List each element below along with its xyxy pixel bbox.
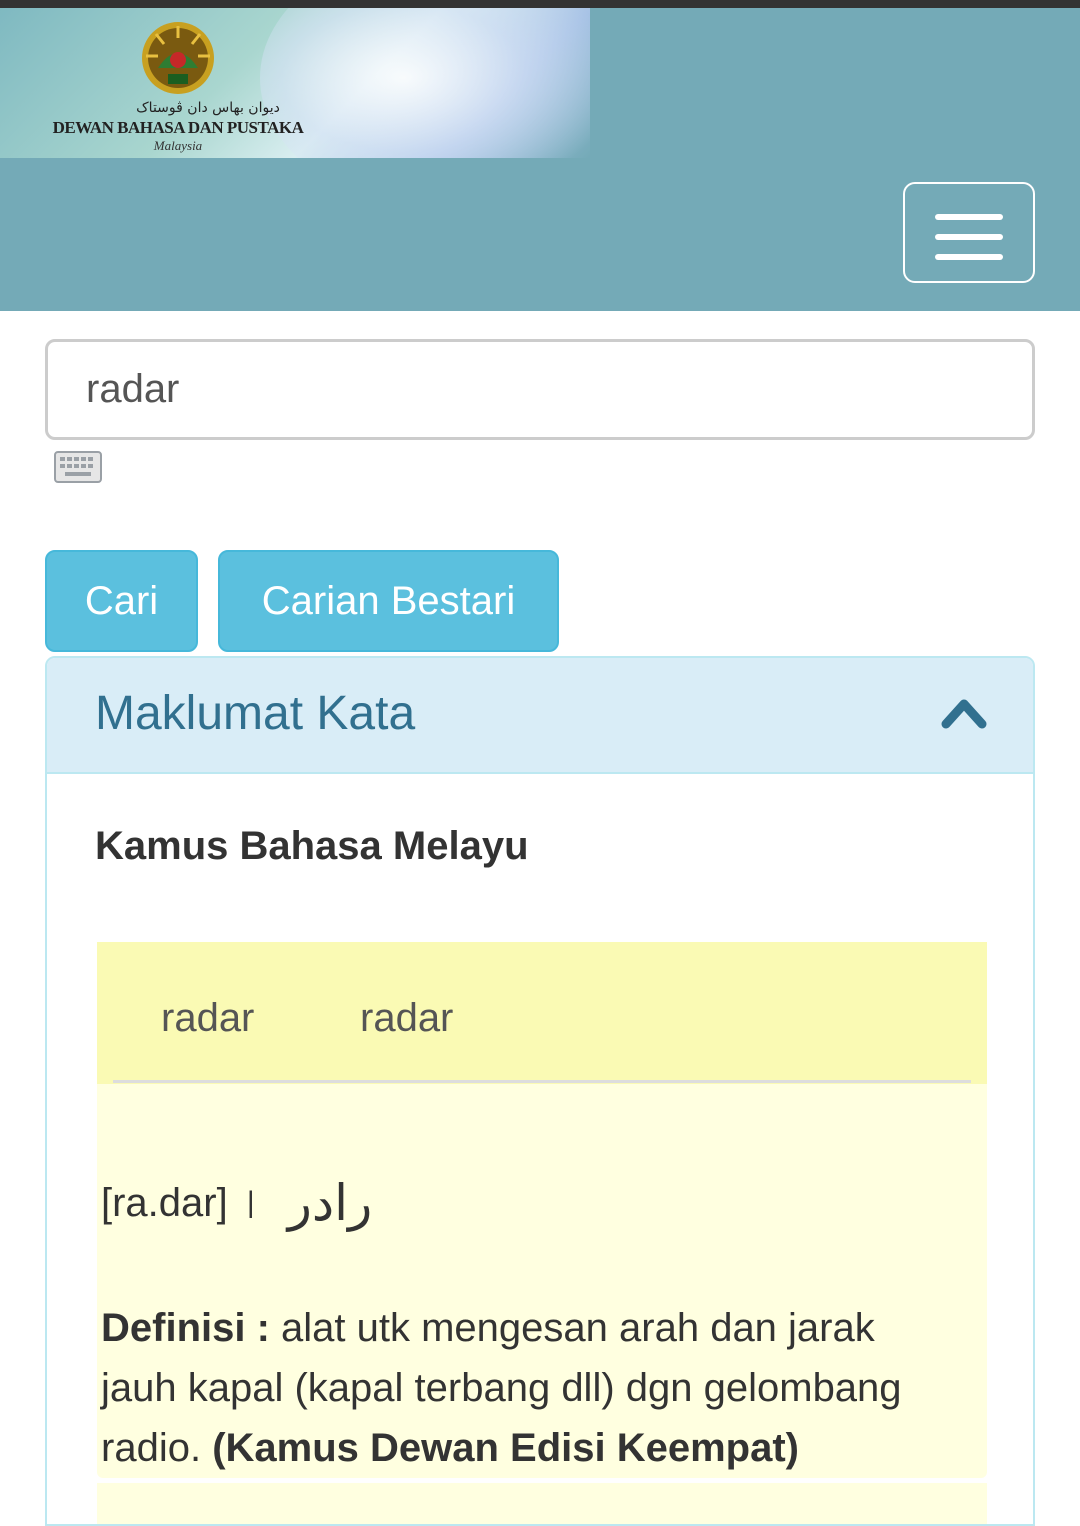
definition: Definisi : alat utk mengesan arah dan ja… — [101, 1298, 961, 1478]
smart-search-button[interactable]: Carian Bestari — [218, 550, 559, 652]
logo-jawi-text: ديوان بهاس دان ڤوستاک — [136, 100, 280, 116]
panel-title: Maklumat Kata — [95, 687, 416, 740]
tab-radar-2[interactable]: radar — [360, 996, 453, 1041]
hamburger-icon — [935, 214, 1003, 220]
hamburger-icon — [935, 254, 1003, 260]
entry-content: [ra.dar] | رادر Definisi : alat utk meng… — [97, 1084, 987, 1478]
tab-radar[interactable]: radar — [161, 996, 254, 1041]
pronunciation-separator: | — [246, 1186, 255, 1219]
header-banner: ديوان بهاس دان ڤوستاک DEWAN BAHASA DAN P… — [0, 8, 590, 158]
top-status-strip — [0, 0, 1080, 8]
definition-label: Definisi : — [101, 1306, 270, 1350]
logo-country-text: Malaysia — [153, 138, 203, 153]
entry-tab-bar: radar radar — [97, 942, 987, 1084]
hamburger-icon — [935, 234, 1003, 240]
dictionary-title: Kamus Bahasa Melayu — [95, 824, 529, 868]
dbp-logo[interactable]: ديوان بهاس دان ڤوستاک DEWAN BAHASA DAN P… — [38, 18, 318, 158]
pronunciation: [ra.dar] — [101, 1181, 228, 1225]
tab-divider — [113, 1080, 971, 1083]
menu-toggle-button[interactable] — [903, 182, 1035, 283]
search-input[interactable] — [45, 339, 1035, 440]
keyboard-icon[interactable] — [53, 446, 103, 486]
chevron-up-icon[interactable] — [940, 694, 988, 730]
word-info-panel: Maklumat Kata Kamus Bahasa Melayu radar … — [45, 656, 1035, 1526]
jawi-spelling: رادر — [287, 1174, 373, 1232]
dbp-emblem-icon — [142, 22, 214, 94]
pronunciation-line: [ra.dar] | رادر — [101, 1174, 372, 1232]
search-button[interactable]: Cari — [45, 550, 198, 652]
panel-heading[interactable]: Maklumat Kata — [47, 658, 1033, 774]
site-header: ديوان بهاس دان ڤوستاک DEWAN BAHASA DAN P… — [0, 8, 1080, 311]
entry-content-continuation — [97, 1483, 987, 1524]
logo-name-text: DEWAN BAHASA DAN PUSTAKA — [52, 118, 304, 137]
definition-source: (Kamus Dewan Edisi Keempat) — [212, 1426, 800, 1470]
